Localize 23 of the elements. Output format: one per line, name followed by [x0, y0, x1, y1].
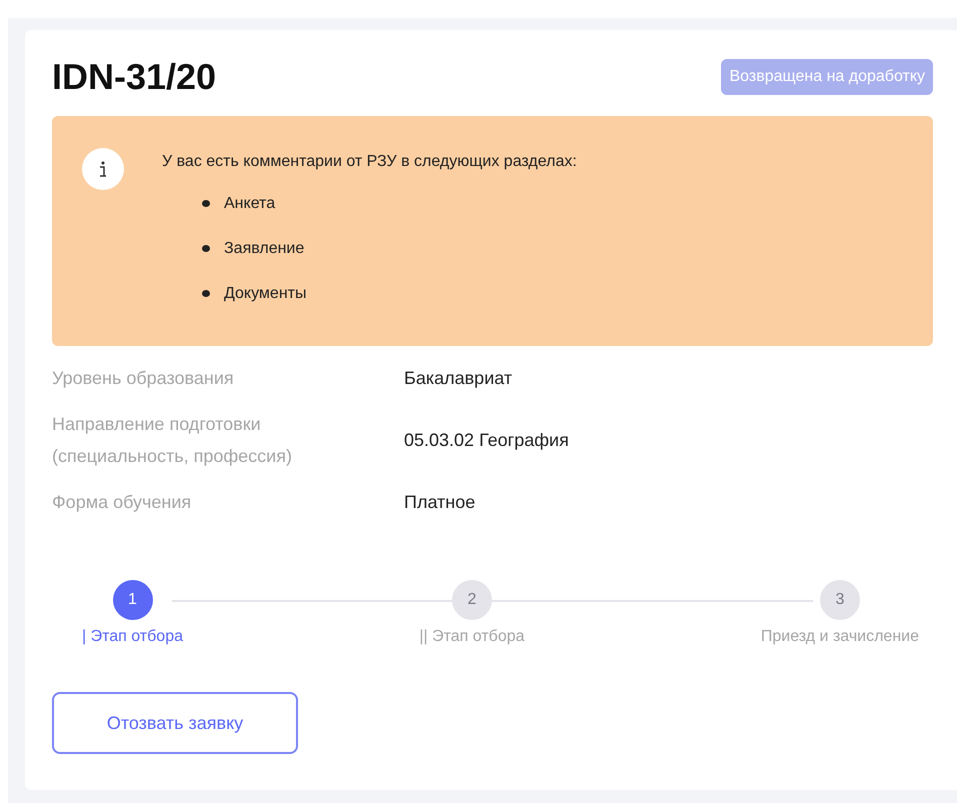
field-value: Бакалавриат [404, 368, 514, 388]
field-label: Уровень образования [52, 367, 235, 390]
section-name: Заявление [224, 240, 304, 258]
step-number: 1 [112, 580, 152, 620]
step-number: 2 [452, 580, 492, 620]
field-label: Направление подготовки (специальность, профессия) [52, 413, 293, 468]
bullet-icon [202, 290, 210, 297]
notice-text: У вас есть комментарии от РЗУ в следующих разделах: [162, 153, 577, 171]
field-label: Форма обучения [52, 491, 192, 514]
section-name: Анкета [224, 194, 276, 212]
bullet-icon [202, 200, 210, 207]
field-value: 05.03.02 География [404, 430, 570, 450]
step-label: || Этап отбора [419, 628, 525, 646]
application-number: IDN-31/20 [52, 56, 216, 98]
step-label: Приезд и зачисление [760, 628, 919, 646]
info-icon [82, 148, 124, 190]
status-badge: Возвращена на доработку [721, 59, 933, 95]
step-number: 3 [820, 580, 860, 620]
withdraw-button[interactable]: Отозвать заявку [52, 692, 298, 754]
step-label: | Этап отбора [82, 628, 183, 646]
bullet-icon [202, 245, 210, 252]
field-value: Платное [404, 492, 476, 512]
section-name: Документы [224, 284, 306, 302]
